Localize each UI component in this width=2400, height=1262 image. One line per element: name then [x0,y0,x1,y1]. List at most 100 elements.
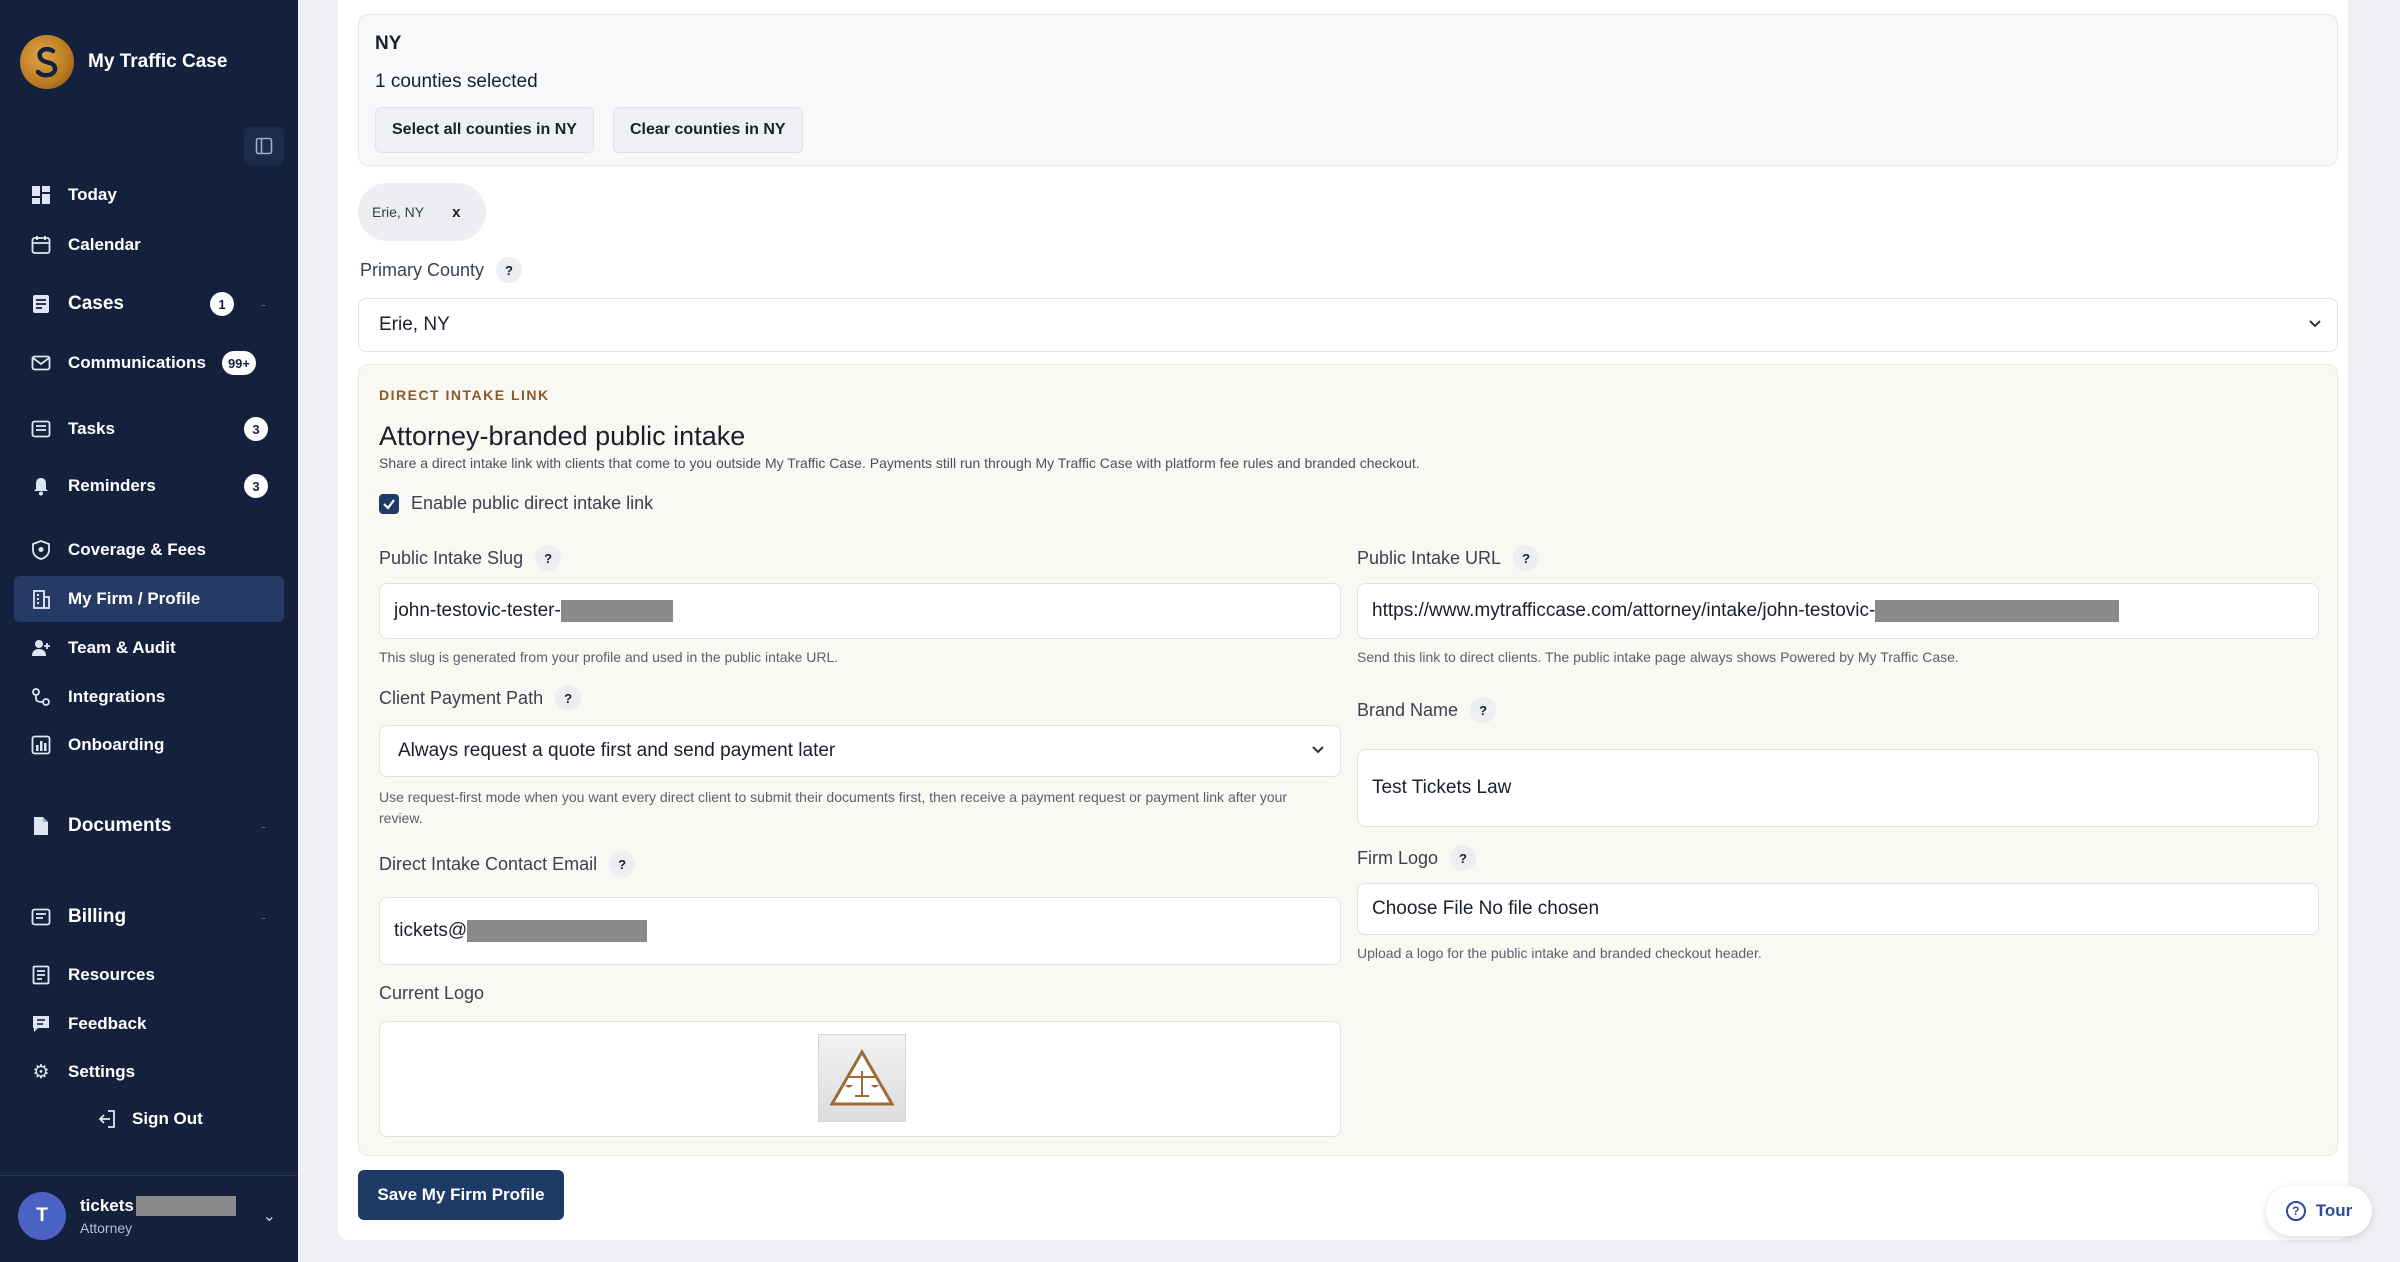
help-icon[interactable]: ? [535,545,562,571]
client-payment-path-label: Client Payment Path ? [379,685,582,711]
sidebar-item-label: Feedback [68,1014,147,1033]
direct-intake-panel: DIRECT INTAKE LINK Attorney-branded publ… [358,364,2338,1156]
primary-county-label: Primary County ? [360,257,523,283]
chevron-down-icon: - [261,909,266,925]
building-icon [30,588,52,610]
sidebar-item-billing[interactable]: Billing - [14,894,284,940]
direct-intake-contact-email-label-text: Direct Intake Contact Email [379,853,598,874]
client-payment-path-hint: Use request-first mode when you want eve… [379,789,1288,826]
reminders-count-badge: 3 [244,474,268,498]
cases-count-badge: 1 [210,292,234,316]
help-icon[interactable]: ? [1470,697,1497,723]
onboarding-icon [30,734,52,756]
help-icon[interactable]: ? [496,257,523,283]
sidebar-collapse-icon [255,137,273,155]
sidebar-item-onboarding[interactable]: Onboarding [14,722,284,768]
brand-name-value: Test Tickets Law [1372,777,1512,798]
redacted-block [1875,600,2120,622]
sidebar-item-today[interactable]: Today [14,172,284,218]
sidebar-item-feedback[interactable]: Feedback [14,1001,284,1047]
sidebar-item-label: Coverage & Fees [68,540,206,559]
sidebar-item-label: Cases [68,293,124,314]
sidebar-item-tasks[interactable]: Tasks 3 [14,406,284,452]
enable-direct-intake-checkbox[interactable] [379,493,399,514]
select-all-counties-button[interactable]: Select all counties in NY [375,107,594,153]
sidebar-item-cases[interactable]: Cases 1 - [14,281,284,327]
public-intake-url-label: Public Intake URL ? [1357,545,1540,571]
sidebar-item-label: Documents [68,815,172,836]
public-intake-url-input[interactable]: https://www.mytrafficcase.com/attorney/i… [1357,583,2319,639]
public-intake-slug-hint: This slug is generated from your profile… [379,649,839,665]
sidebar-item-label: Integrations [68,687,166,706]
sign-out-button[interactable]: Sign Out [96,1104,203,1134]
sidebar-collapse-button[interactable] [244,127,284,165]
firm-logo-file-input[interactable]: Choose File No file chosen [1357,883,2319,935]
sidebar-item-integrations[interactable]: Integrations [14,674,284,720]
user-menu[interactable]: T tickets Attorney ⌄ [0,1175,298,1255]
help-icon[interactable]: ? [609,851,636,877]
sidebar-item-settings[interactable]: ⚙ Settings [14,1049,284,1095]
public-intake-slug-value: john-testovic-tester- [394,600,561,621]
primary-county-select[interactable]: Erie, NY [358,298,2338,352]
sidebar-item-my-firm-profile[interactable]: My Firm / Profile [14,576,284,622]
public-intake-slug-input[interactable]: john-testovic-tester- [379,583,1341,639]
state-county-selector: NY 1 counties selected Select all counti… [358,14,2338,166]
firm-logo-file-value: Choose File No file chosen [1372,898,1600,919]
chevron-down-icon[interactable]: ⌄ [263,1206,276,1226]
save-firm-profile-button[interactable]: Save My Firm Profile [358,1170,564,1220]
client-payment-path-value: Always request a quote first and send pa… [398,740,836,761]
brand-name-input[interactable]: Test Tickets Law [1357,749,2319,827]
help-circle-icon: ? [2285,1201,2306,1221]
sidebar-item-label: Billing [68,906,127,927]
direct-intake-contact-email-input[interactable]: tickets@ [379,897,1341,965]
primary-county-value: Erie, NY [379,314,450,335]
gear-icon: ⚙ [32,1061,50,1083]
sidebar: My Traffic Case Today Calendar Cases 1 - [0,0,298,1262]
sidebar-item-resources[interactable]: Resources [14,952,284,998]
help-icon[interactable]: ? [1450,845,1477,871]
sidebar-item-team-audit[interactable]: Team & Audit [14,625,284,671]
help-icon[interactable]: ? [1513,545,1540,571]
section-title: Attorney-branded public intake [379,421,746,451]
bell-icon [30,475,52,497]
firm-logo-label: Firm Logo ? [1357,845,1477,871]
user-role: Attorney [80,1219,133,1236]
scales-of-justice-icon [829,1049,895,1106]
help-icon[interactable]: ? [555,685,582,711]
sign-out-icon [96,1108,118,1130]
enable-direct-intake-label: Enable public direct intake link [411,493,654,513]
client-payment-path-select[interactable]: Always request a quote first and send pa… [379,725,1341,777]
chevron-down-icon [1310,741,1326,762]
redacted-block [467,920,648,942]
sidebar-item-documents[interactable]: Documents - [14,803,284,849]
sidebar-item-coverage-fees[interactable]: Coverage & Fees [14,527,284,573]
clear-counties-button[interactable]: Clear counties in NY [613,107,803,153]
sidebar-item-label: Calendar [68,235,141,254]
app-name: My Traffic Case [88,51,228,72]
firm-logo-label-text: Firm Logo [1357,847,1439,868]
redacted-block [135,1195,236,1216]
sidebar-item-reminders[interactable]: Reminders 3 [14,463,284,509]
tour-button[interactable]: ? Tour [2266,1186,2372,1236]
sidebar-item-calendar[interactable]: Calendar [14,222,284,268]
sidebar-item-communications[interactable]: Communications 99+ [14,340,284,386]
sidebar-item-label: Team & Audit [68,638,176,657]
chevron-down-icon: - [261,818,266,834]
chevron-down-icon: - [261,296,266,312]
enable-direct-intake-row[interactable]: Enable public direct intake link [379,493,653,514]
section-description: Share a direct intake link with clients … [379,455,1420,471]
current-logo-label: Current Logo [379,983,485,1003]
link-icon [30,686,52,708]
client-payment-path-label-text: Client Payment Path [379,687,544,708]
sign-out-label: Sign Out [132,1109,203,1128]
sidebar-item-label: Resources [68,965,155,984]
tasks-count-badge: 3 [244,417,268,441]
cases-icon [30,293,52,315]
brand[interactable]: My Traffic Case [20,30,227,94]
user-plus-icon [30,637,52,659]
primary-county-label-text: Primary County [360,259,485,280]
remove-tag-icon[interactable]: x [452,204,460,221]
resources-icon [30,964,52,986]
direct-intake-contact-email-label: Direct Intake Contact Email ? [379,851,636,877]
county-tag-label: Erie, NY [372,204,425,220]
